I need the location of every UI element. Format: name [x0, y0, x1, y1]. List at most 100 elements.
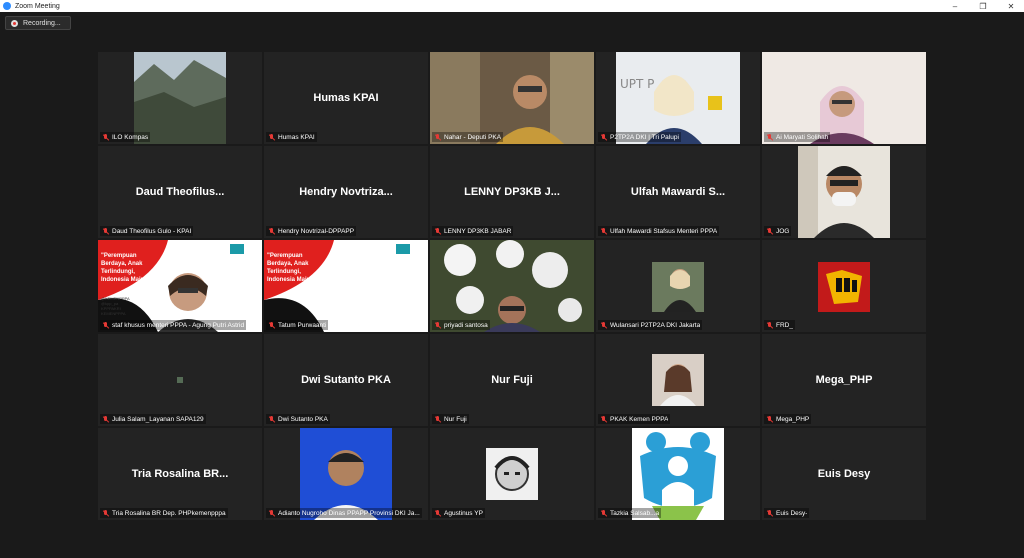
participant-name-label: Wulansari P2TP2A DKI Jakarta — [598, 320, 703, 330]
mic-muted-icon — [434, 227, 441, 235]
participant-tile[interactable]: Nahar - Deputi PKA — [430, 52, 594, 144]
mic-muted-icon — [434, 133, 441, 141]
mic-muted-icon — [102, 133, 109, 141]
mic-muted-icon — [268, 133, 275, 141]
participant-tile[interactable]: Hendry Novtriza... Hendry Novtrizal-DPPAP… — [264, 146, 428, 238]
participant-name-label: Ai Maryati Solihah — [764, 132, 831, 142]
participant-tile[interactable]: "Perempuan Berdaya, Anak Terlindungi, In… — [98, 240, 262, 332]
participant-name-label: Nur Fuji — [432, 414, 469, 424]
participant-name-label: Hendry Novtrizal-DPPAPP — [266, 226, 357, 236]
participant-name-label: FRD_ — [764, 320, 795, 330]
svg-text:UPT P: UPT P — [620, 77, 654, 91]
mic-muted-icon — [766, 133, 773, 141]
participant-tile[interactable]: Ai Maryati Solihah — [762, 52, 926, 144]
mic-muted-icon — [434, 415, 441, 423]
participant-name: Julia Salam_Layanan SAPA129 — [112, 415, 204, 423]
participant-name-label: Tria Rosalina BR Dep. PHPkemenpppa — [100, 508, 228, 518]
minimize-button[interactable]: – — [942, 0, 968, 12]
participant-name-label: Julia Salam_Layanan SAPA129 — [100, 414, 206, 424]
participant-name: Euis Desy- — [776, 509, 808, 517]
participant-tile[interactable]: Nur Fuji Nur Fuji — [430, 334, 594, 426]
zoom-logo-icon — [3, 2, 11, 10]
slide-social-item: KEMENPPPA — [101, 311, 126, 316]
participant-display-name: Hendry Novtriza... — [299, 186, 393, 198]
participant-display-name: Daud Theofilus... — [135, 186, 225, 198]
participant-name: LENNY DP3KB JABAR — [444, 227, 512, 235]
mic-muted-icon — [600, 321, 607, 329]
participant-tile[interactable]: Tria Rosalina BR... Tria Rosalina BR Dep.… — [98, 428, 262, 520]
participant-tile[interactable]: Wulansari P2TP2A DKI Jakarta — [596, 240, 760, 332]
participant-name-label: Nahar - Deputi PKA — [432, 132, 504, 142]
participant-display-name: Euis Desy — [817, 468, 871, 480]
participant-display-name: Humas KPAI — [313, 92, 379, 104]
mic-muted-icon — [102, 321, 109, 329]
participant-tile[interactable]: FRD_ — [762, 240, 926, 332]
participant-name-label: Adianto Nugroho Dinas PPAPP Provinsi DKI… — [266, 508, 422, 518]
recording-indicator[interactable]: Recording... — [5, 16, 71, 30]
participant-name: JOG — [776, 227, 790, 235]
participant-display-name: Mega_PHP — [815, 374, 873, 386]
participant-name: Nur Fuji — [444, 415, 467, 423]
slide-quote: "Perempuan Berdaya, Anak Terlindungi, In… — [267, 253, 314, 283]
mic-muted-icon — [766, 321, 773, 329]
meeting-stage: Recording... ILO Kompas Humas KPAI Humas K… — [0, 12, 1024, 558]
participant-tile[interactable]: Agustinus YP — [430, 428, 594, 520]
participant-tile[interactable]: LENNY DP3KB J... LENNY DP3KB JABAR — [430, 146, 594, 238]
participant-tile[interactable]: UPT P P2TP2A DKI | Tri Palupi — [596, 52, 760, 144]
participant-name: Ulfah Mawardi Stafsus Menteri PPPA — [610, 227, 718, 235]
participant-tile[interactable]: priyadi santosa — [430, 240, 594, 332]
participant-display-name: Dwi Sutanto PKA — [301, 374, 391, 386]
participant-name-label: Tatum Purwaanti — [266, 320, 329, 330]
participant-tile[interactable]: PKAK Kemen PPPA — [596, 334, 760, 426]
mic-muted-icon — [600, 415, 607, 423]
maximize-button[interactable]: ❐ — [970, 0, 996, 12]
mic-muted-icon — [600, 227, 607, 235]
slide-quote: "Perempuan Berdaya, Anak Terlindungi, In… — [101, 253, 148, 283]
mic-muted-icon — [434, 509, 441, 517]
participant-name-label: staf khusus menteri PPPA - Agung Putri A… — [100, 320, 247, 330]
mic-muted-icon — [600, 509, 607, 517]
participant-tile[interactable]: ILO Kompas — [98, 52, 262, 144]
participant-name-label: Daud Theofilus Gulo - KPAI — [100, 226, 194, 236]
participant-name: Daud Theofilus Gulo - KPAI — [112, 227, 192, 235]
mic-muted-icon — [766, 415, 773, 423]
participant-tile[interactable]: Euis Desy Euis Desy- — [762, 428, 926, 520]
participant-tile[interactable]: Mega_PHP Mega_PHP — [762, 334, 926, 426]
participant-tile[interactable]: Dwi Sutanto PKA Dwi Sutanto PKA — [264, 334, 428, 426]
participant-name-label: JOG — [764, 226, 792, 236]
participant-tile[interactable]: Adianto Nugroho Dinas PPAPP Provinsi DKI… — [264, 428, 428, 520]
participant-name-label: LENNY DP3KB JABAR — [432, 226, 514, 236]
participant-name-label: Dwi Sutanto PKA — [266, 414, 330, 424]
participant-name: Hendry Novtrizal-DPPAPP — [278, 227, 355, 235]
participant-tile[interactable]: Ulfah Mawardi S... Ulfah Mawardi Stafsus … — [596, 146, 760, 238]
participant-name: Tatum Purwaanti — [278, 321, 327, 329]
participant-tile[interactable]: Daud Theofilus... Daud Theofilus Gulo - K… — [98, 146, 262, 238]
window-title: Zoom Meeting — [15, 2, 60, 10]
mic-muted-icon — [268, 321, 275, 329]
participant-name-label: P2TP2A DKI | Tri Palupi — [598, 132, 681, 142]
participant-name-label: PKAK Kemen PPPA — [598, 414, 671, 424]
mic-muted-icon — [434, 321, 441, 329]
participant-name: Ai Maryati Solihah — [776, 133, 829, 141]
participant-name: Tria Rosalina BR Dep. PHPkemenpppa — [112, 509, 226, 517]
slide-social-list: @KEMENPPPA @kpp_pa KPPPAKRI KEMENPPPA — [101, 296, 130, 316]
mic-muted-icon — [102, 415, 109, 423]
participant-name: P2TP2A DKI | Tri Palupi — [610, 133, 679, 141]
participant-display-name: LENNY DP3KB J... — [464, 186, 560, 198]
participant-tile[interactable]: Tazkia Salsab...a — [596, 428, 760, 520]
participant-display-name: Tria Rosalina BR... — [131, 468, 229, 480]
close-button[interactable]: ✕ — [998, 0, 1024, 12]
participant-name: FRD_ — [776, 321, 793, 329]
participant-name-label: Tazkia Salsab...a — [598, 508, 662, 518]
participant-name: priyadi santosa — [444, 321, 488, 329]
participant-name: Mega_PHP — [776, 415, 810, 423]
participant-name: Humas KPAI — [278, 133, 315, 141]
participant-tile[interactable]: JOG — [762, 146, 926, 238]
participant-tile[interactable]: Humas KPAI Humas KPAI — [264, 52, 428, 144]
mic-muted-icon — [268, 415, 275, 423]
participant-name: Agustinus YP — [444, 509, 483, 517]
participant-name: ILO Kompas — [112, 133, 149, 141]
participant-tile[interactable]: "Perempuan Berdaya, Anak Terlindungi, In… — [264, 240, 428, 332]
participant-name: Dwi Sutanto PKA — [278, 415, 328, 423]
participant-tile[interactable]: Julia Salam_Layanan SAPA129 — [98, 334, 262, 426]
